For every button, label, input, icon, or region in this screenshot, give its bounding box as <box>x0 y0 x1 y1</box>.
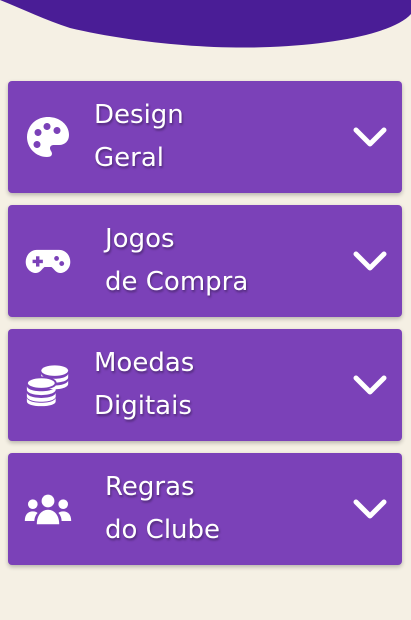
accordion: Design Geral Jogos de Compra Moedas Digi… <box>8 81 402 565</box>
header-wave <box>0 0 411 48</box>
accordion-title-line2: do Clube <box>105 515 221 545</box>
accordion-item-jogos-de-compra[interactable]: Jogos de Compra <box>8 205 402 317</box>
page: Design Geral Jogos de Compra Moedas Digi… <box>0 0 411 620</box>
accordion-title-line1: Regras <box>105 472 195 502</box>
users-icon <box>24 485 72 533</box>
chevron-down-icon[interactable] <box>352 497 388 521</box>
accordion-title-line2: Geral <box>94 143 164 173</box>
chevron-down-icon[interactable] <box>352 249 388 273</box>
accordion-item-design-geral[interactable]: Design Geral <box>8 81 402 193</box>
accordion-item-regras-do-clube[interactable]: Regras do Clube <box>8 453 402 565</box>
accordion-item-moedas-digitais[interactable]: Moedas Digitais <box>8 329 402 441</box>
accordion-title-line1: Design <box>94 100 184 130</box>
chevron-down-icon[interactable] <box>352 125 388 149</box>
palette-icon <box>24 113 72 161</box>
accordion-title: Design Geral <box>94 94 184 180</box>
accordion-title-line1: Moedas <box>94 348 195 378</box>
accordion-title-line2: de Compra <box>105 267 249 297</box>
gamepad-icon <box>24 237 72 285</box>
accordion-title: Moedas Digitais <box>94 342 194 428</box>
coins-icon <box>24 361 72 409</box>
accordion-title-line2: Digitais <box>94 391 192 421</box>
accordion-title: Regras do Clube <box>105 466 220 552</box>
chevron-down-icon[interactable] <box>352 373 388 397</box>
accordion-title-line1: Jogos <box>105 224 175 254</box>
accordion-title: Jogos de Compra <box>105 218 248 304</box>
